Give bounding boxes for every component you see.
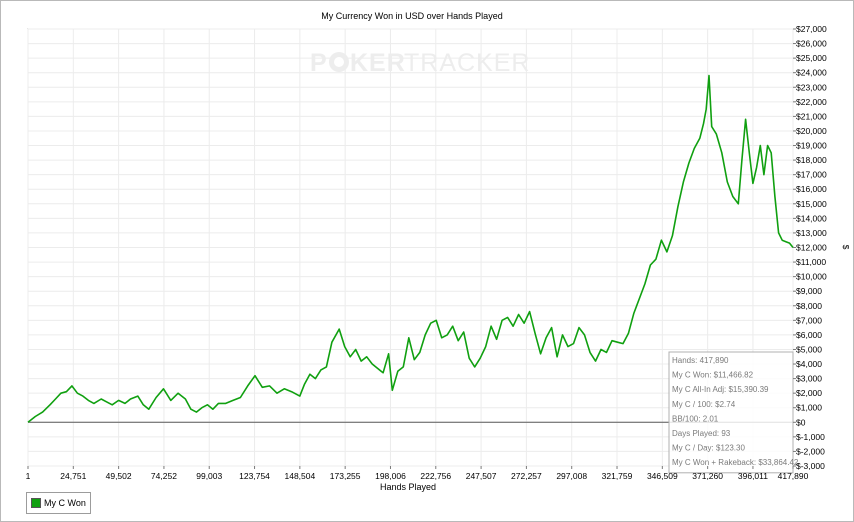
- x-tick-label: 346,509: [647, 471, 678, 481]
- y-tick-label: $17,000: [796, 170, 827, 180]
- stats-line: My C / Day: $123.30: [672, 444, 745, 453]
- x-tick-label: 247,507: [466, 471, 497, 481]
- y-tick-label: $7,000: [796, 315, 822, 325]
- x-tick-label: 99,003: [196, 471, 222, 481]
- y-tick-label: $12,000: [796, 243, 827, 253]
- x-tick-label: 198,006: [375, 471, 406, 481]
- y-tick-label: $0: [796, 417, 806, 427]
- y-tick-label: $10,000: [796, 272, 827, 282]
- chart-title: My Currency Won in USD over Hands Played: [321, 11, 502, 21]
- y-tick-label: $24,000: [796, 68, 827, 78]
- x-tick-label: 148,504: [284, 471, 315, 481]
- watermark-tracker: TRACKER: [404, 49, 530, 77]
- y-tick-label: $23,000: [796, 82, 827, 92]
- x-tick-label: 74,252: [151, 471, 177, 481]
- right-axis-marker: $: [841, 245, 851, 250]
- x-tick-label: 321,759: [602, 471, 633, 481]
- y-tick-label: $26,000: [796, 39, 827, 49]
- y-tick-label: $3,000: [796, 374, 822, 384]
- y-tick-label: $2,000: [796, 388, 822, 398]
- y-tick-label: $20,000: [796, 126, 827, 136]
- stats-line: My C Won + Rakeback: $33,864.42: [672, 458, 799, 467]
- stats-line: My C All-In Adj: $15,390.39: [672, 385, 769, 394]
- y-tick-label: $5,000: [796, 344, 822, 354]
- stats-box: Hands: 417,890 My C Won: $11,466.82 My C A…: [668, 351, 799, 474]
- y-tick-label: $13,000: [796, 228, 827, 238]
- x-tick-label: 123,754: [239, 471, 270, 481]
- x-tick-label: 417,890: [778, 471, 809, 481]
- y-tick-label: $9,000: [796, 286, 822, 296]
- y-tick-label: $6,000: [796, 330, 822, 340]
- y-tick-label: $4,000: [796, 359, 822, 369]
- y-tick-label: $15,000: [796, 199, 827, 209]
- stats-line: Hands: 417,890: [672, 356, 729, 365]
- x-axis-title: Hands Played: [380, 482, 436, 492]
- y-tick-label: $1,000: [796, 403, 822, 413]
- y-tick-label: $8,000: [796, 301, 822, 311]
- stats-line: BB/100: 2.01: [672, 414, 719, 423]
- x-tick-label: 297,008: [556, 471, 587, 481]
- stats-line: My C / 100: $2.74: [672, 400, 736, 409]
- y-tick-label: $16,000: [796, 184, 827, 194]
- y-tick-label: $22,000: [796, 97, 827, 107]
- x-tick-label: 222,756: [420, 471, 451, 481]
- y-axis: $-3,000 $-2,000 $-1,000 $0 $1,000 $2,000 $3,00…: [793, 24, 827, 471]
- poker-chip-icon: [329, 52, 349, 72]
- x-tick-label: 24,751: [60, 471, 86, 481]
- y-tick-label: $19,000: [796, 141, 827, 151]
- y-tick-label: $18,000: [796, 155, 827, 165]
- y-tick-label: $11,000: [796, 257, 826, 267]
- chart-canvas: My Currency Won in USD over Hands Played…: [26, 11, 851, 492]
- watermark-p: P: [310, 49, 328, 77]
- x-tick-label: 1: [26, 471, 31, 481]
- y-tick-label: $27,000: [796, 24, 827, 34]
- legend-label: My C Won: [44, 498, 86, 508]
- y-tick-label: $-3,000: [796, 461, 825, 471]
- x-tick-label: 272,257: [511, 471, 542, 481]
- stats-line: My C Won: $11,466.82: [672, 371, 754, 380]
- legend[interactable]: My C Won: [26, 492, 91, 514]
- x-tick-label: 49,502: [106, 471, 132, 481]
- x-tick-label: 173,255: [330, 471, 361, 481]
- x-tick-label: 371,260: [692, 471, 723, 481]
- y-tick-label: $25,000: [796, 53, 827, 63]
- y-tick-label: $-2,000: [796, 446, 825, 456]
- y-tick-label: $21,000: [796, 111, 827, 121]
- y-tick-label: $14,000: [796, 213, 827, 223]
- stats-line: Days Played: 93: [672, 429, 731, 438]
- x-tick-label: 396,011: [738, 471, 768, 481]
- legend-swatch: [31, 498, 41, 508]
- y-tick-label: $-1,000: [796, 432, 825, 442]
- watermark-ker: KER: [350, 49, 406, 77]
